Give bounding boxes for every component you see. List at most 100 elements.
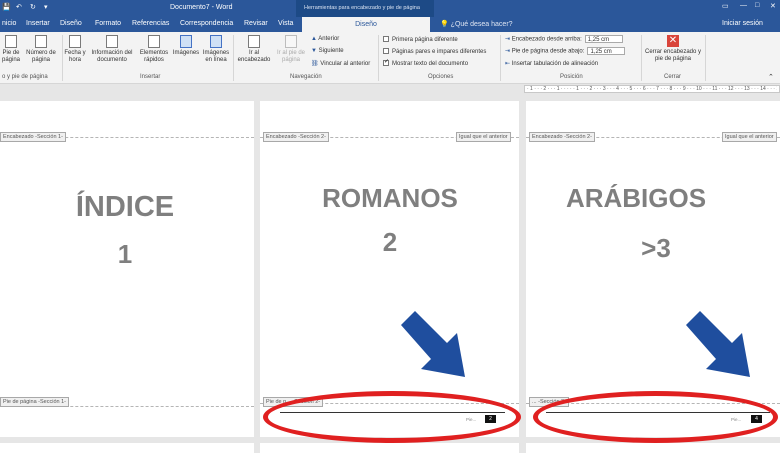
next-icon: ▼ (311, 48, 317, 54)
quick-parts-button[interactable]: Elementos rápidos (137, 35, 171, 64)
online-picture-icon (210, 35, 222, 48)
redo-icon[interactable]: ↻ (30, 3, 36, 11)
checkbox-box (383, 36, 389, 42)
group-label-insertar: Insertar (140, 74, 161, 80)
page-section-number: 1 (117, 239, 133, 269)
link-icon: ⛓ (311, 61, 319, 67)
first-page-different-label: Primera página diferente (392, 37, 458, 43)
undo-icon[interactable]: ↶ (16, 3, 22, 11)
save-icon[interactable]: 💾 (2, 3, 11, 11)
ruler-strip[interactable]: · 1 · · · 2 · · · 1 · · · · · 1 · · · 2 … (524, 85, 780, 93)
qat-menu-icon[interactable]: ▾ (44, 3, 48, 11)
odd-even-different-checkbox[interactable]: Páginas pares e impares diferentes (383, 48, 486, 55)
tab-formato[interactable]: Formato (95, 20, 121, 27)
header-tag: Encabezado -Sección 1- (0, 132, 66, 142)
tab-referencias[interactable]: Referencias (132, 20, 169, 27)
group-label-navegacion: Navegación (290, 74, 322, 80)
page-6-top (526, 443, 780, 453)
go-to-header-button[interactable]: Ir al encabezado (235, 35, 273, 64)
divider (62, 35, 63, 81)
arrow-down-right-icon (686, 311, 750, 377)
alignment-tab-icon: ⇤ (505, 61, 511, 67)
close-icon[interactable]: ✕ (770, 2, 776, 10)
maximize-icon[interactable]: □ (755, 2, 759, 9)
same-as-previous-tag: Igual que el anterior (456, 132, 511, 142)
group-label-opciones: Opciones (428, 74, 454, 80)
header-tag: Encabezado -Sección 2- (263, 132, 329, 142)
tell-me-box[interactable]: 💡 ¿Qué desea hacer? (440, 20, 513, 28)
highlight-ellipse (533, 391, 778, 443)
show-document-text-checkbox[interactable]: Mostrar texto del documento (383, 58, 469, 67)
arrow-down-right-icon (401, 311, 465, 377)
show-document-text-label: Mostrar texto del documento (392, 61, 469, 67)
next-button[interactable]: ▼ Siguiente (311, 48, 344, 54)
title-bar: 💾 ↶ ↻ ▾ Documento7 - Word Herramientas p… (0, 0, 780, 17)
page-3[interactable]: Encabezado -Sección 2- Igual que el ante… (526, 101, 780, 437)
previous-label: Anterior (318, 36, 340, 42)
header-from-top-value[interactable]: 1,25 cm (584, 35, 623, 43)
checkbox-box (383, 48, 389, 54)
footer-from-bottom-value[interactable]: 1,25 cm (587, 47, 626, 55)
document-info-button[interactable]: Información del documento (88, 35, 136, 64)
go-to-header-label: Ir al encabezado (237, 50, 271, 63)
page-title: ARÁBIGOS (565, 183, 707, 213)
footer-icon (5, 35, 17, 48)
page-title: ROMANOS (322, 183, 458, 213)
online-pictures-button[interactable]: Imágenes en línea (201, 35, 231, 64)
close-header-footer-label: Cerrar encabezado y pie de página (644, 49, 702, 62)
picture-icon (180, 35, 192, 48)
tab-insertar[interactable]: Insertar (26, 20, 50, 27)
page-section-number: >3 (641, 233, 671, 263)
tab-inicio[interactable]: nicio (2, 20, 16, 27)
tab-vista[interactable]: Vista (278, 20, 293, 27)
group-label-header-footer: o y pie de página (2, 74, 48, 80)
pictures-button[interactable]: Imágenes (172, 35, 200, 57)
go-to-footer-button[interactable]: Ir al pie de página (274, 35, 308, 64)
ruler-ticks: · 1 · · · 2 · · · 1 · · · · · 1 · · · 2 … (527, 86, 777, 92)
next-label: Siguiente (318, 48, 344, 54)
tab-correspondencia[interactable]: Correspondencia (180, 20, 233, 27)
window-title: Documento7 - Word (170, 4, 233, 11)
footer-button-label: Pie de página (1, 50, 21, 63)
footer-button[interactable]: Pie de página (0, 35, 22, 64)
page-5-top (260, 443, 519, 453)
odd-even-different-label: Páginas pares e impares diferentes (392, 49, 487, 55)
page-section-number: 2 (382, 227, 398, 257)
sign-in-link[interactable]: Iniciar sesión (722, 20, 763, 27)
insert-alignment-tab-label: Insertar tabulación de alineación (511, 61, 599, 67)
footer-from-bottom-label: Pie de página desde abajo: (511, 48, 585, 55)
page-2[interactable]: Encabezado -Sección 2- Igual que el ante… (260, 101, 519, 437)
page-1[interactable]: Encabezado -Sección 1- ÍNDICE 1 Pie de p… (0, 101, 254, 437)
close-header-footer-button[interactable]: ✕ Cerrar encabezado y pie de página (643, 35, 703, 63)
first-page-different-checkbox[interactable]: Primera página diferente (383, 36, 458, 43)
document-info-label: Información del documento (91, 50, 133, 63)
footer-from-bottom-field[interactable]: ⇥ Pie de página desde abajo: 1,25 cm (505, 47, 626, 55)
date-time-button[interactable]: Fecha y hora (64, 35, 86, 64)
ribbon-tabs: nicio Insertar Diseño Formato Referencia… (0, 17, 780, 32)
header-from-top-field[interactable]: ⇥ Encabezado desde arriba: 1,25 cm (505, 35, 623, 43)
page-number-button[interactable]: Número de página (24, 35, 58, 64)
minimize-icon[interactable]: — (740, 2, 747, 9)
page-number-icon (35, 35, 47, 48)
divider (233, 35, 234, 81)
tell-me-label: ¿Qué desea hacer? (450, 21, 513, 28)
group-label-cerrar: Cerrar (664, 74, 682, 80)
collapse-ribbon-icon[interactable]: ⌃ (768, 73, 774, 81)
link-to-previous-button[interactable]: ⛓ Vincular al anterior (311, 60, 370, 67)
insert-alignment-tab-button[interactable]: ⇤ Insertar tabulación de alineación (505, 60, 598, 67)
previous-icon: ▲ (311, 36, 317, 42)
tab-revisar[interactable]: Revisar (244, 20, 268, 27)
tab-diseno[interactable]: Diseño (60, 20, 82, 27)
ribbon: Pie de página Número de página o y pie d… (0, 32, 780, 84)
page-number-label: Número de página (26, 50, 56, 63)
context-title: Herramientas para encabezado y pie de pá… (304, 5, 420, 11)
tab-diseno-header-footer[interactable]: Diseño (302, 17, 430, 32)
pictures-label: Imágenes (172, 50, 200, 56)
ribbon-display-icon[interactable]: ▭ (722, 2, 729, 10)
date-time-label: Fecha y hora (64, 50, 86, 63)
previous-button[interactable]: ▲ Anterior (311, 36, 339, 42)
go-to-header-icon (248, 35, 260, 48)
quick-parts-label: Elementos rápidos (139, 50, 169, 63)
highlight-ellipse (263, 391, 521, 443)
quick-parts-icon (148, 35, 160, 48)
